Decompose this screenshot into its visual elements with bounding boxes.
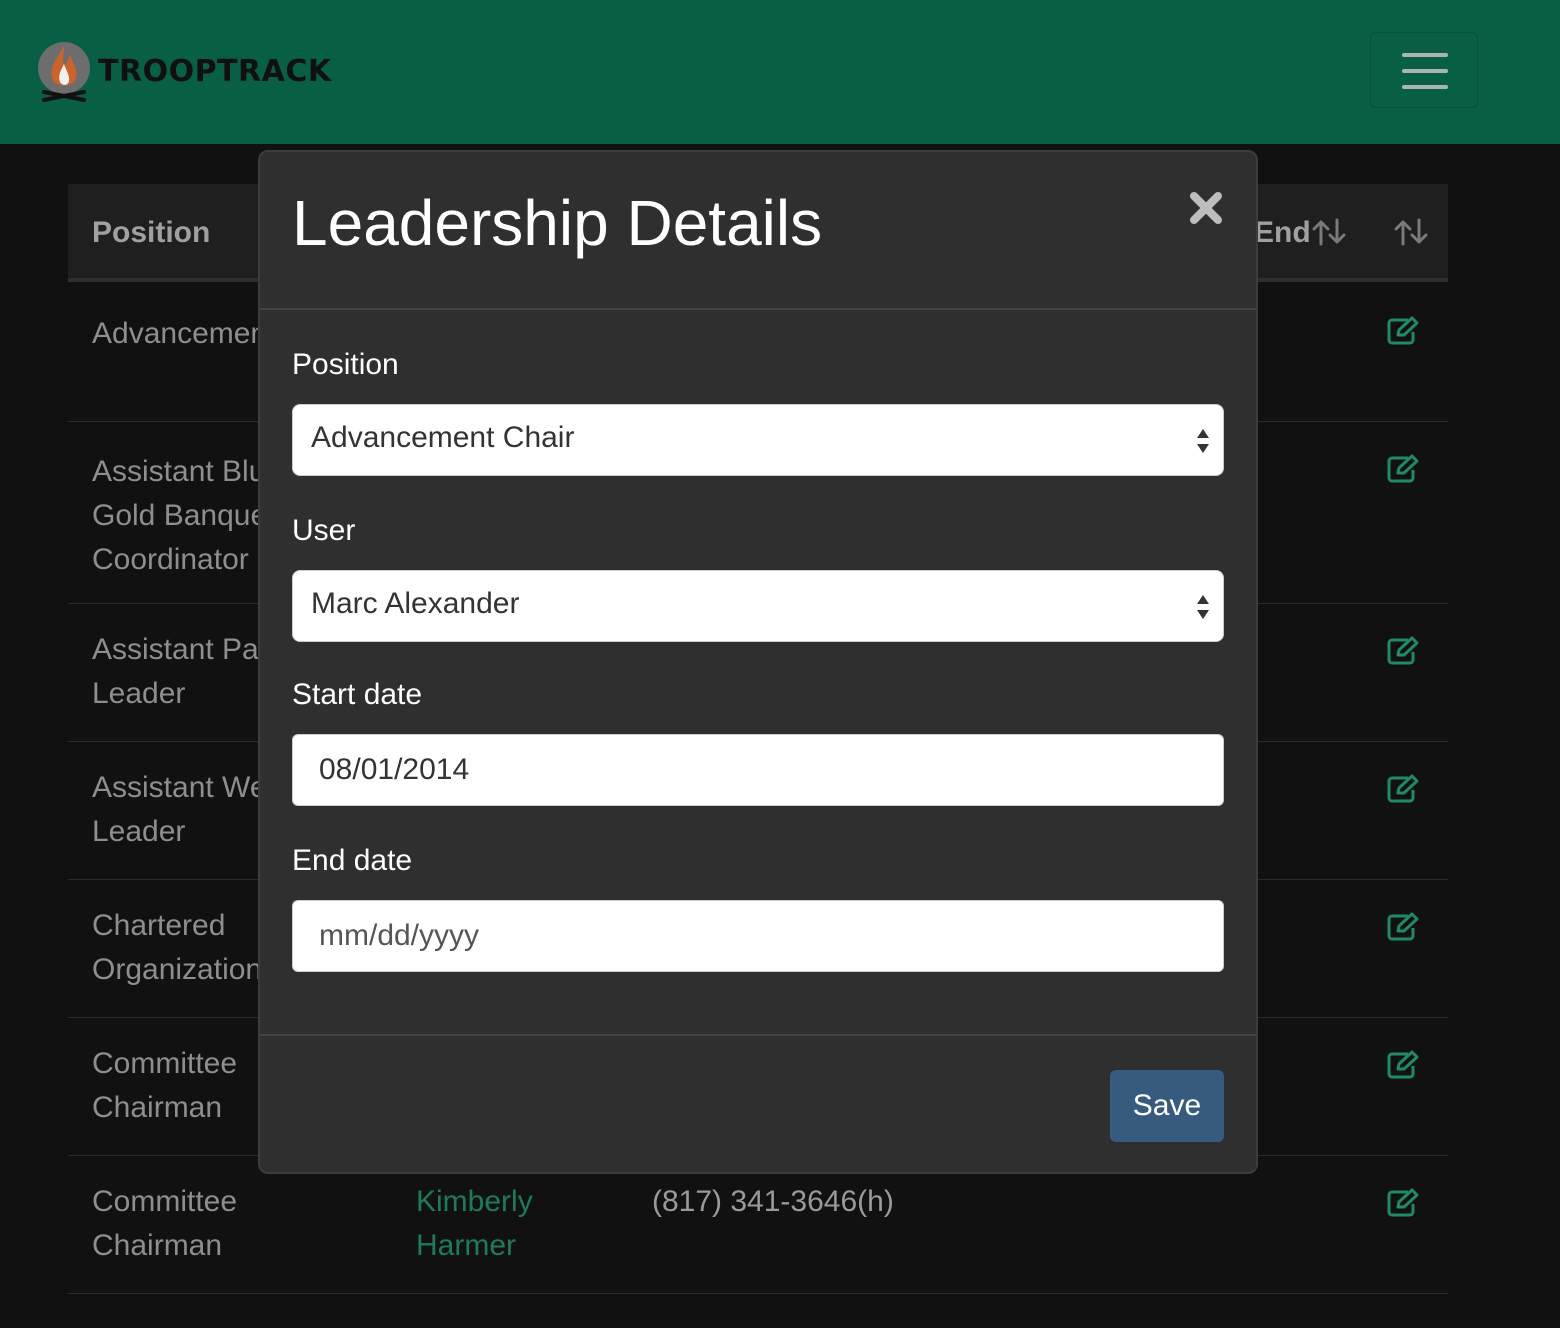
user-label: User — [292, 514, 356, 547]
start-date-input[interactable] — [292, 734, 1224, 806]
brand-name: TROOPTRACK — [98, 53, 332, 89]
menu-toggle-button[interactable] — [1370, 32, 1478, 108]
campfire-logo-icon — [38, 42, 90, 102]
user-select-value: Marc Alexander — [311, 587, 520, 620]
position-select[interactable]: Advancement Chair — [292, 404, 1224, 476]
end-date-input[interactable] — [292, 900, 1224, 972]
select-arrows-icon — [1197, 429, 1209, 453]
hamburger-bar-icon — [1402, 53, 1448, 57]
user-select[interactable]: Marc Alexander — [292, 570, 1224, 642]
modal-header: Leadership Details — [260, 152, 1256, 310]
position-select-value: Advancement Chair — [311, 421, 575, 454]
close-icon[interactable] — [1188, 190, 1224, 226]
modal-footer: Save — [260, 1034, 1256, 1174]
hamburger-bar-icon — [1402, 85, 1448, 89]
select-arrows-icon — [1197, 595, 1209, 619]
hamburger-bar-icon — [1402, 69, 1448, 73]
brand-logo[interactable]: TROOPTRACK — [36, 40, 332, 102]
save-button[interactable]: Save — [1110, 1070, 1224, 1142]
top-navbar: TROOPTRACK — [0, 0, 1560, 144]
start-date-label: Start date — [292, 678, 423, 711]
position-label: Position — [292, 348, 399, 381]
end-date-label: End date — [292, 844, 413, 877]
modal-title: Leadership Details — [292, 187, 823, 259]
leadership-details-modal: Leadership Details Position Advancement … — [258, 150, 1258, 1174]
